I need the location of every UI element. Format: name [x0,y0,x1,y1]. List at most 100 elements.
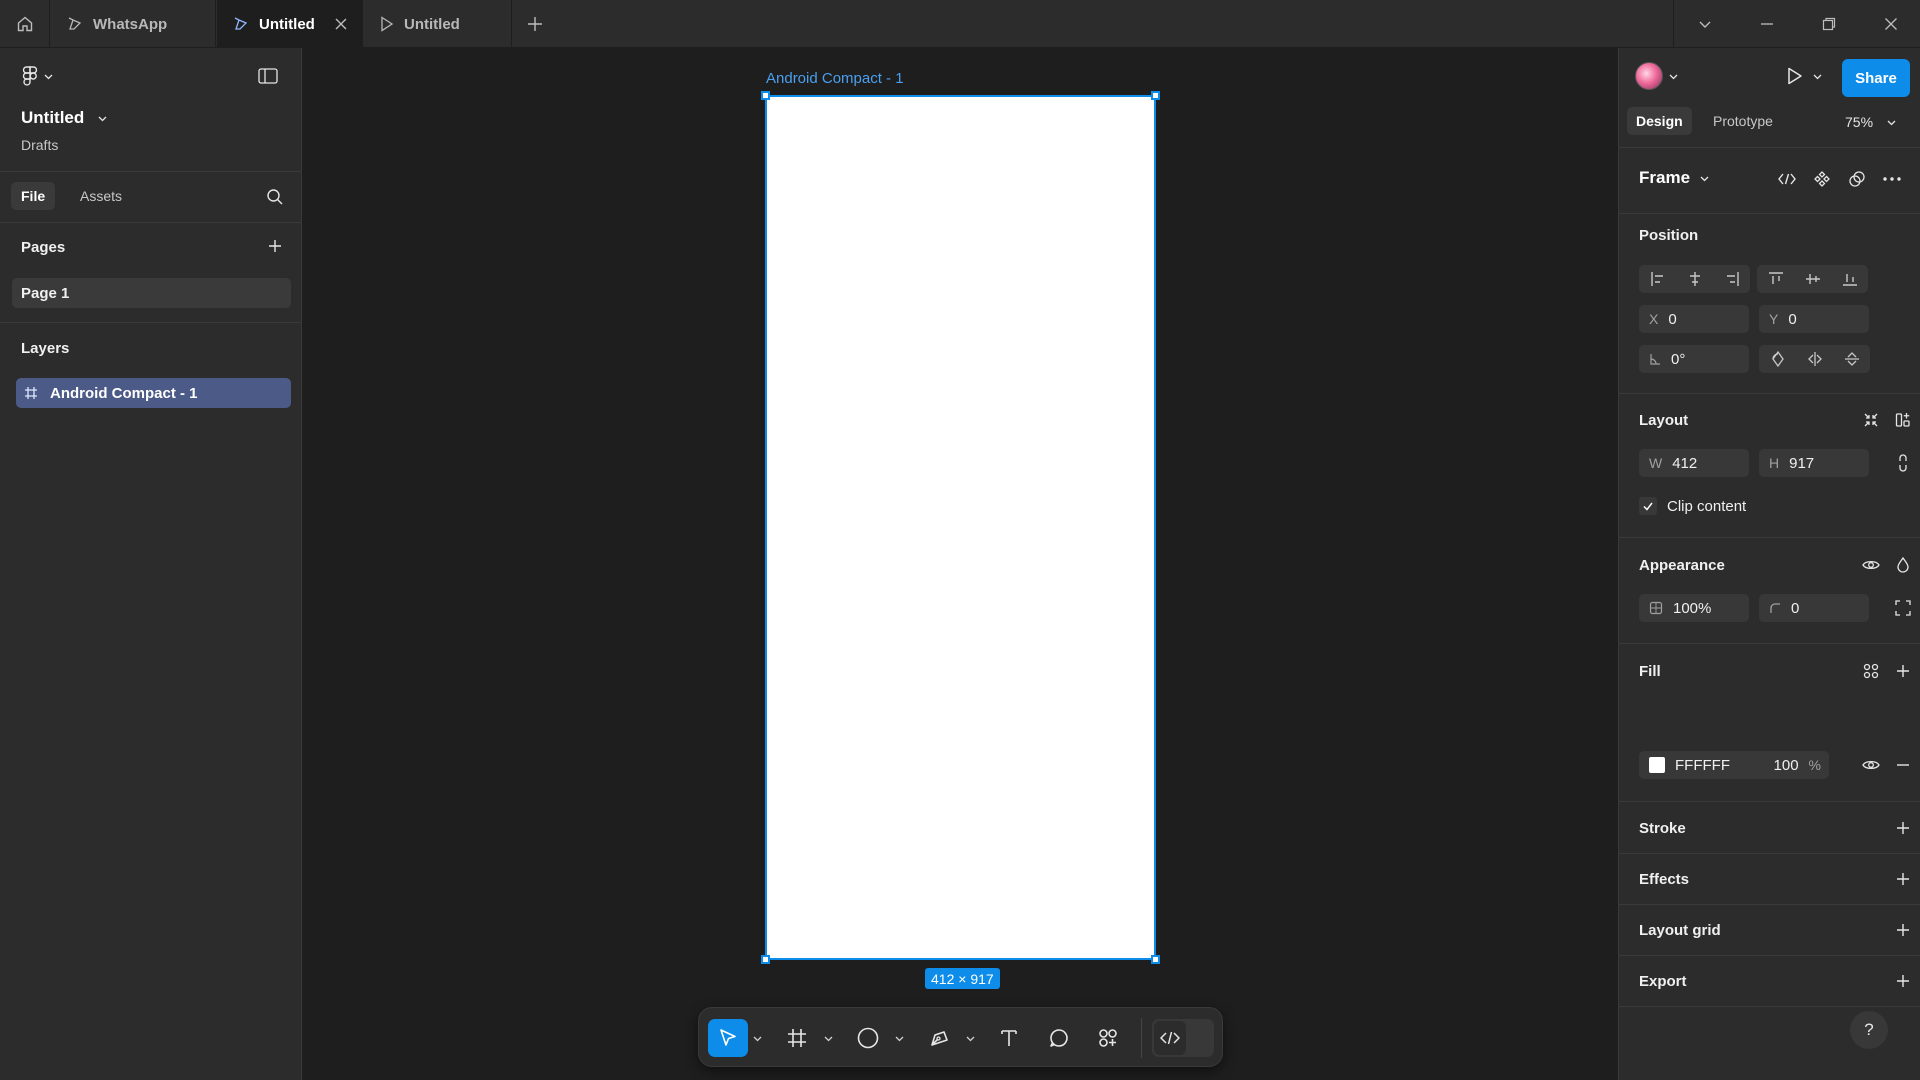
align-center-horizontal-button[interactable] [1676,265,1713,293]
layer-item-android-compact-1[interactable]: Android Compact - 1 [16,378,291,408]
auto-layout-icon [1895,413,1910,427]
divider [1619,147,1920,148]
minimize-button[interactable] [1736,0,1798,48]
components-icon [1099,1029,1117,1047]
tab-prototype[interactable]: Prototype [1705,107,1781,135]
add-export-button[interactable] [1889,967,1917,995]
resize-handle-top-right[interactable] [1151,91,1160,100]
frame-name-label[interactable]: Android Compact - 1 [766,70,904,87]
align-center-horizontal-icon [1689,272,1700,286]
divider [1619,904,1920,905]
close-tab-button[interactable] [334,17,348,31]
height-input[interactable]: H 917 [1759,449,1869,477]
divider [1619,393,1920,394]
resources-tool-button[interactable] [1089,1019,1127,1057]
fill-styles-button[interactable] [1857,657,1885,685]
chevron-down-icon[interactable] [895,1034,904,1043]
help-button[interactable]: ? [1850,1011,1888,1049]
divider [1619,643,1920,644]
tab-whatsapp[interactable]: WhatsApp [51,0,216,48]
toggle-fill-visibility-button[interactable] [1857,751,1885,779]
flip-vertical-button[interactable] [1833,345,1870,373]
android-compact-frame[interactable] [761,91,1160,964]
resize-handle-bottom-left[interactable] [761,955,770,964]
home-button[interactable] [0,0,50,48]
toggle-sidebar-button[interactable] [258,68,278,84]
y-position-input[interactable]: Y 0 [1759,305,1869,333]
rotation-value: 0° [1671,350,1686,368]
corner-radius-input[interactable]: 0 [1759,594,1869,622]
code-icon [1160,1031,1180,1045]
chevron-down-icon[interactable] [966,1034,975,1043]
tab-untitled-active[interactable]: Untitled [217,0,363,48]
align-top-button[interactable] [1757,265,1794,293]
toggle-visibility-button[interactable] [1857,551,1885,579]
avatar-menu[interactable] [1635,62,1678,90]
width-input[interactable]: W 412 [1639,449,1749,477]
align-left-button[interactable] [1639,265,1676,293]
add-auto-layout-button[interactable] [1889,406,1917,434]
create-component-button[interactable] [1808,165,1836,193]
code-view-button[interactable] [1773,165,1801,193]
vertical-align-group [1757,265,1868,293]
constrain-proportions-button[interactable] [1889,449,1917,477]
resize-handle-bottom-right[interactable] [1151,955,1160,964]
y-value: 0 [1788,310,1797,328]
shape-tool-button[interactable] [849,1019,887,1057]
dev-mode-toggle[interactable] [1152,1019,1214,1057]
tab-untitled-prototype[interactable]: Untitled [364,0,512,48]
tab-file[interactable]: File [11,182,56,210]
rotation-input[interactable]: 0° [1639,345,1749,373]
flip-vertical-icon [1844,352,1859,366]
resize-to-fit-button[interactable] [1857,406,1885,434]
file-title-button[interactable]: Untitled [21,108,107,128]
present-button[interactable] [1787,67,1822,85]
x-position-input[interactable]: X 0 [1639,305,1749,333]
zoom-dropdown[interactable]: 75% [1845,114,1896,130]
search-layers-button[interactable] [266,188,284,206]
tab-design[interactable]: Design [1627,107,1692,135]
plus-icon [1897,873,1909,885]
align-middle-button[interactable] [1794,265,1831,293]
file-location[interactable]: Drafts [21,137,58,153]
page-item-page-1[interactable]: Page 1 [12,278,291,308]
align-bottom-button[interactable] [1831,265,1868,293]
new-tab-button[interactable] [526,15,544,33]
comment-tool-button[interactable] [1040,1019,1078,1057]
clip-content-checkbox[interactable]: Clip content [1639,497,1746,515]
plus-icon [1897,975,1909,987]
more-options-button[interactable] [1878,165,1906,193]
add-effect-button[interactable] [1889,865,1917,893]
resize-handle-top-left[interactable] [761,91,770,100]
main-menu-button[interactable] [22,66,53,86]
sidebar-icon [258,68,278,84]
close-window-button[interactable] [1860,0,1920,48]
restore-button[interactable] [1798,0,1860,48]
tab-assets[interactable]: Assets [70,182,132,210]
align-bottom-icon [1842,274,1857,286]
add-page-button[interactable] [267,238,283,254]
frame-tool-button[interactable] [778,1019,816,1057]
fill-swatch[interactable] [1649,757,1665,773]
move-tool-button[interactable] [708,1019,748,1057]
pen-tool-button[interactable] [920,1019,958,1057]
flip-horizontal-button[interactable] [1796,345,1833,373]
remove-fill-button[interactable] [1889,751,1917,779]
zoom-value: 75% [1845,114,1874,130]
independent-corners-button[interactable] [1889,594,1917,622]
chevron-down-icon[interactable] [753,1034,762,1043]
add-stroke-button[interactable] [1889,814,1917,842]
chevron-down-icon[interactable] [824,1034,833,1043]
fill-color-input[interactable]: FFFFFF 100 % [1639,751,1829,779]
add-layout-grid-button[interactable] [1889,916,1917,944]
rotate-90-button[interactable] [1759,345,1796,373]
boolean-mask-button[interactable] [1843,165,1871,193]
tabs-dropdown-button[interactable] [1674,0,1736,48]
align-right-button[interactable] [1713,265,1750,293]
blend-mode-button[interactable] [1889,551,1917,579]
selection-type-dropdown[interactable]: Frame [1639,168,1709,188]
text-tool-button[interactable] [990,1019,1028,1057]
opacity-input[interactable]: 100% [1639,594,1749,622]
add-fill-button[interactable] [1889,657,1917,685]
share-button[interactable]: Share [1842,59,1910,97]
